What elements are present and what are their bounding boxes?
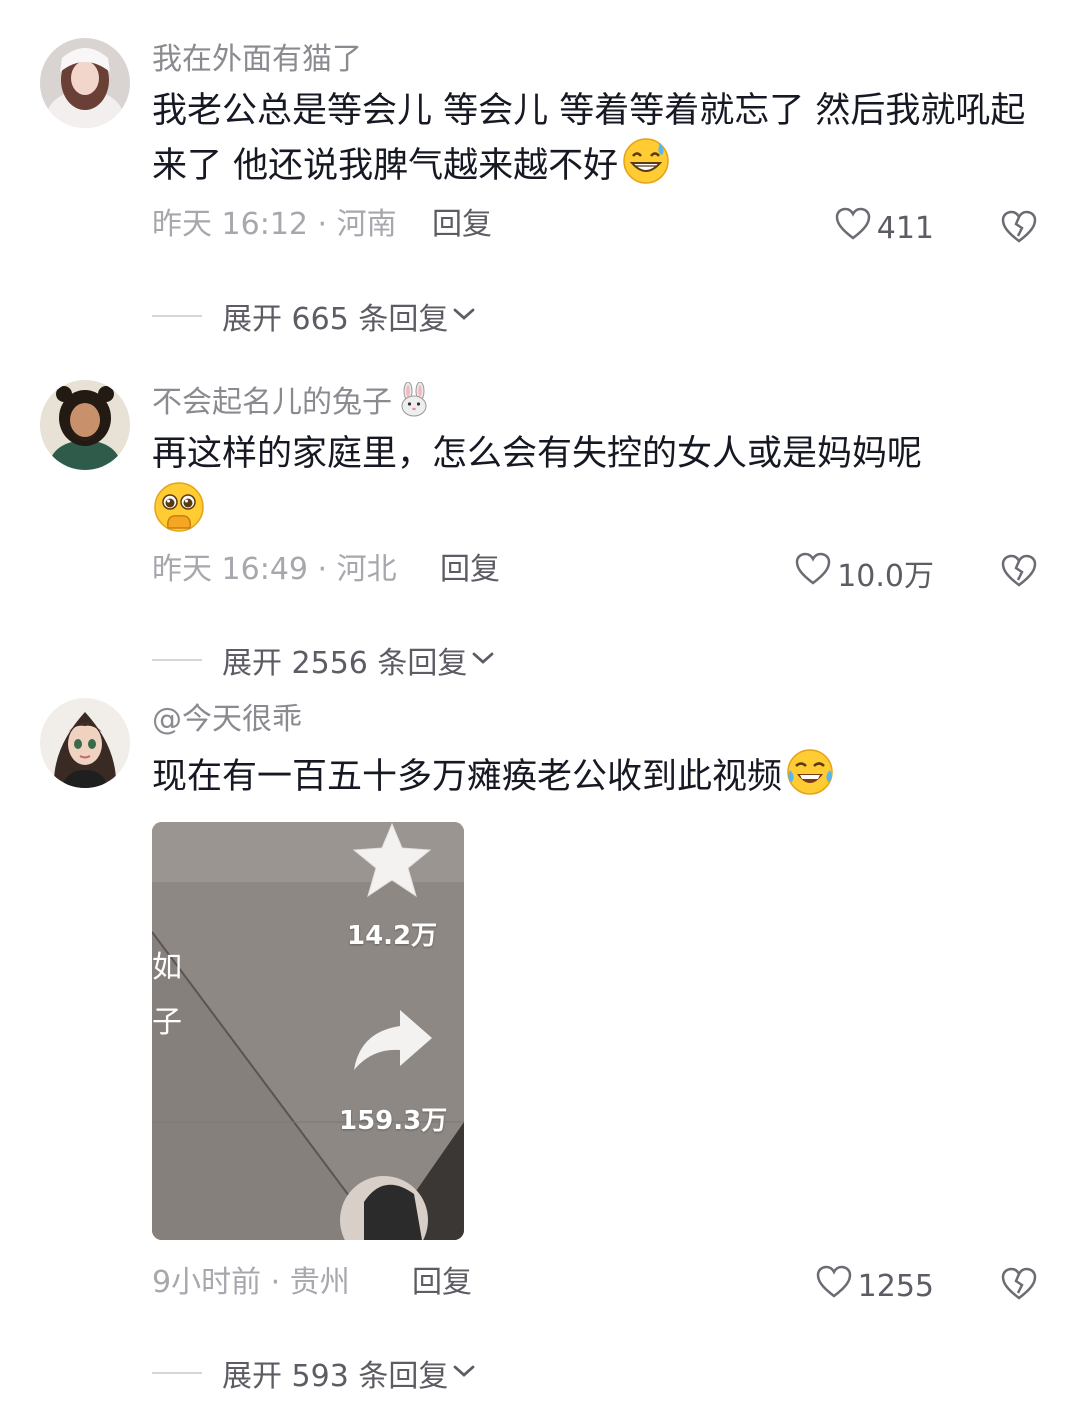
tears-of-joy-emoji (786, 748, 834, 811)
divider-line (152, 659, 202, 661)
avatar[interactable] (40, 380, 130, 470)
username-row[interactable]: 不会起名儿的兔子 (152, 381, 432, 429)
username[interactable]: 我在外面有猫了 (152, 40, 362, 80)
expand-replies[interactable]: 展开 593 条回复 (152, 1353, 476, 1394)
partial-caption-char: 子 (152, 1005, 182, 1040)
comment-text: 现在有一百五十多万瘫痪老公收到此视频 (152, 748, 1032, 811)
dislike-icon[interactable] (1000, 209, 1038, 247)
expand-replies[interactable]: 展开 2556 条回复 (152, 640, 495, 681)
like-button[interactable]: 411 (835, 207, 934, 249)
timestamp-location: 昨天 16:49 · 河北 (152, 552, 397, 587)
expand-replies-label: 展开 665 条回复 (222, 302, 449, 337)
like-count: 10.0万 (837, 559, 934, 594)
heart-icon (835, 207, 871, 249)
comment-body: 我老公总是等会儿 等会儿 等着等着就忘了 然后我就吼起来了 他还说我脾气越来越不… (152, 91, 1026, 186)
reply-button[interactable]: 回复 (412, 1263, 472, 1303)
expand-replies-label: 展开 2556 条回复 (222, 646, 468, 681)
comment-text: 我老公总是等会儿 等会儿 等着等着就忘了 然后我就吼起来了 他还说我脾气越来越不… (152, 85, 1032, 200)
share-count: 159.3万 (339, 1106, 448, 1136)
heart-icon (816, 1265, 852, 1307)
reply-button[interactable]: 回复 (440, 550, 500, 590)
partial-caption-char: 如 (152, 950, 182, 985)
comment-text: 再这样的家庭里，怎么会有失控的女人或是妈妈呢 (152, 428, 1032, 549)
chevron-down-icon (471, 650, 495, 670)
like-button[interactable]: 1255 (816, 1265, 934, 1307)
like-count: 1255 (857, 1268, 934, 1304)
expand-replies-label: 展开 593 条回复 (222, 1359, 449, 1394)
chevron-down-icon (452, 306, 476, 326)
divider-line (152, 1372, 202, 1374)
star-icon[interactable] (350, 822, 434, 902)
dislike-icon[interactable] (1000, 1266, 1038, 1304)
timestamp-location: 9小时前 · 贵州 (152, 1265, 350, 1300)
expand-replies[interactable]: 展开 665 条回复 (152, 296, 476, 337)
avatar[interactable] (40, 38, 130, 128)
share-arrow-icon[interactable] (352, 1008, 434, 1076)
chevron-down-icon (452, 1363, 476, 1383)
avatar[interactable] (40, 698, 130, 788)
grinning-sweat-emoji (622, 137, 670, 200)
username[interactable]: @今天很乖 (152, 700, 302, 740)
comment-video-thumbnail[interactable]: 14.2万 159.3万 如 子 (152, 822, 464, 1240)
timestamp-location: 昨天 16:12 · 河南 (152, 207, 397, 242)
like-count: 411 (876, 210, 934, 246)
divider-line (152, 315, 202, 317)
dislike-icon[interactable] (1000, 553, 1038, 591)
favorite-count: 14.2万 (347, 921, 438, 951)
heart-icon (795, 552, 831, 594)
comment-body: 再这样的家庭里，怎么会有失控的女人或是妈妈呢 (152, 434, 923, 474)
pleading-hand-over-mouth-emoji (152, 480, 206, 549)
rabbit-face-emoji (396, 381, 432, 429)
like-button[interactable]: 10.0万 (795, 552, 934, 594)
reply-button[interactable]: 回复 (432, 205, 492, 245)
comment-body: 现在有一百五十多万瘫痪老公收到此视频 (152, 757, 783, 797)
username: 不会起名儿的兔子 (152, 385, 392, 420)
